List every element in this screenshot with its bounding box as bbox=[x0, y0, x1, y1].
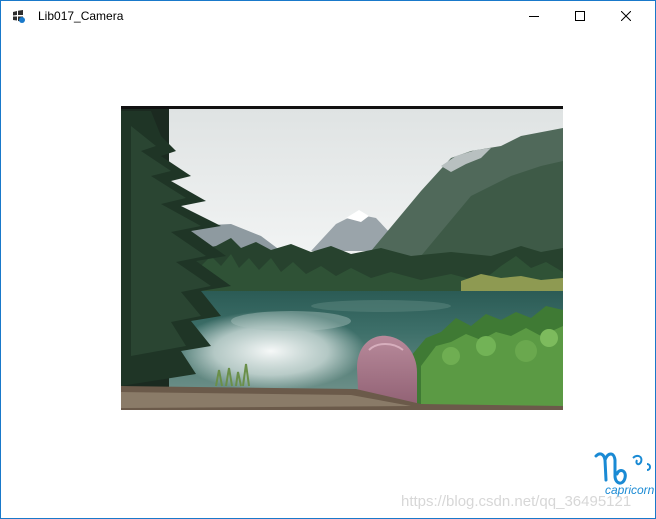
window-title: Lib017_Camera bbox=[38, 9, 124, 23]
maximize-button[interactable] bbox=[557, 1, 603, 31]
camera-preview bbox=[121, 106, 563, 410]
close-icon bbox=[621, 11, 631, 21]
minimize-button[interactable] bbox=[511, 1, 557, 31]
client-area: https://blog.csdn.net/qq_36495121 capric… bbox=[1, 31, 655, 518]
close-button[interactable] bbox=[603, 1, 649, 31]
title-bar[interactable]: Lib017_Camera bbox=[1, 1, 655, 31]
maximize-icon bbox=[575, 11, 585, 21]
app-icon bbox=[10, 8, 26, 24]
app-window: Lib017_Camera https://blog.csdn.net/qq_3… bbox=[0, 0, 656, 519]
landscape-image bbox=[121, 106, 563, 410]
minimize-icon bbox=[529, 16, 539, 17]
capricorn-logo-text: capricorn bbox=[605, 483, 655, 497]
